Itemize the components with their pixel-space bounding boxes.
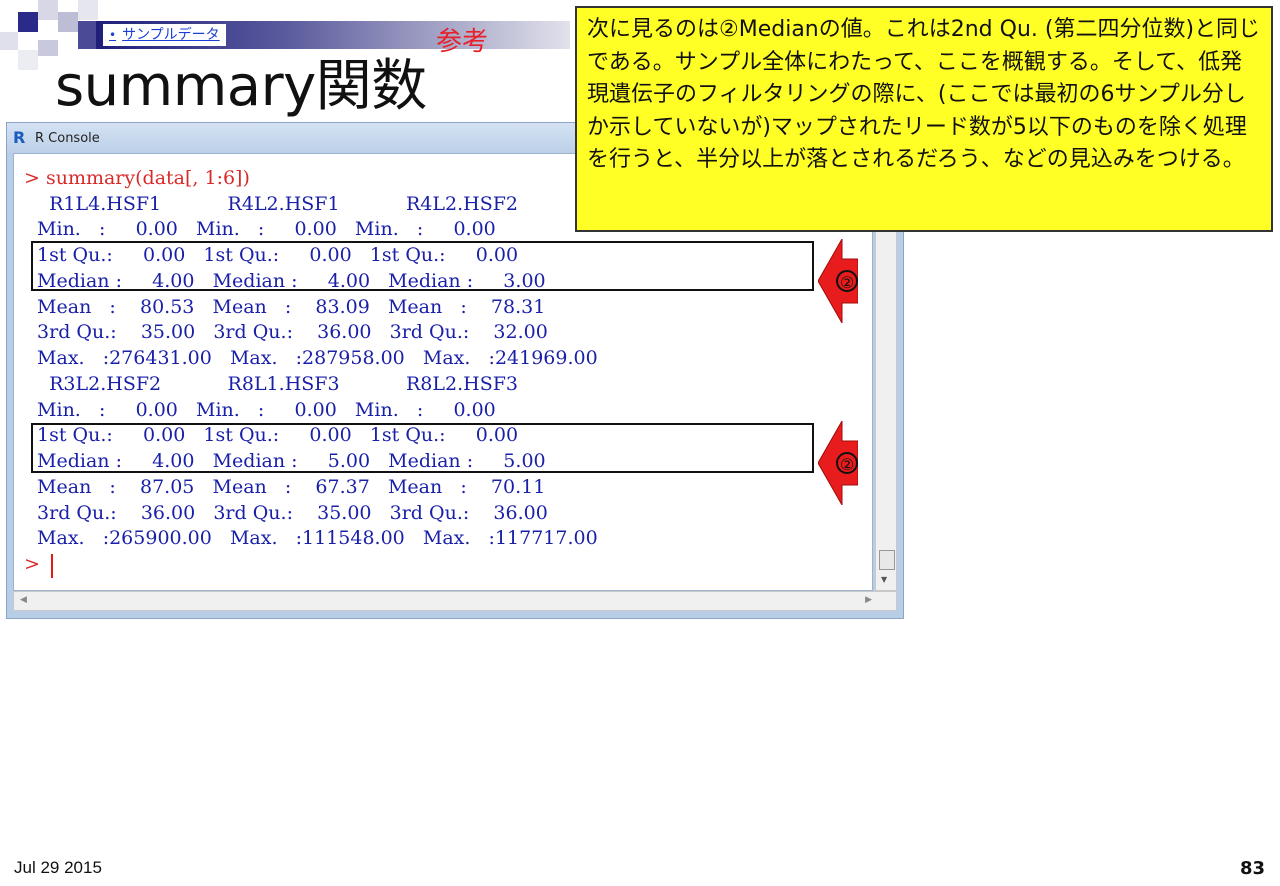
sample-data-link[interactable]: • サンプルデータ — [103, 24, 226, 46]
marker-arrow: ② — [818, 421, 858, 505]
console-line: 3rd Qu.: 36.00 3rd Qu.: 35.00 3rd Qu.: 3… — [31, 502, 548, 524]
deco-square — [18, 50, 38, 70]
explanation-callout: 次に見るのは②Medianの値。これは2nd Qu. (第二四分位数)と同じであ… — [575, 6, 1273, 232]
bullet-icon: • — [109, 28, 117, 42]
deco-square — [58, 12, 78, 32]
deco-square — [0, 32, 18, 50]
scroll-left-icon[interactable]: ◀ — [20, 595, 27, 605]
scrollbar-thumb[interactable] — [879, 550, 895, 570]
console-prompt[interactable]: > — [24, 551, 46, 577]
footer-date: Jul 29 2015 — [14, 858, 102, 877]
highlight-box-median — [31, 241, 814, 291]
console-command-line: > summary(data[, 1:6]) — [24, 167, 250, 189]
console-line: Max. :265900.00 Max. :111548.00 Max. :11… — [31, 527, 598, 549]
horizontal-scrollbar[interactable]: ◀ ▶ — [13, 591, 897, 611]
marker-label: ② — [836, 452, 858, 474]
console-line: 3rd Qu.: 35.00 3rd Qu.: 36.00 3rd Qu.: 3… — [31, 321, 548, 343]
console-line: Min. : 0.00 Min. : 0.00 Min. : 0.00 — [31, 399, 496, 421]
console-line: R3L2.HSF2 R8L1.HSF3 R8L2.HSF3 — [31, 373, 518, 395]
deco-square — [18, 12, 38, 32]
console-line: Mean : 87.05 Mean : 67.37 Mean : 70.11 — [31, 476, 546, 498]
window-title: R Console — [35, 130, 100, 146]
sample-data-link-label: サンプルデータ — [122, 27, 220, 43]
r-logo-icon: R — [13, 128, 26, 147]
console-line: Max. :276431.00 Max. :287958.00 Max. :24… — [31, 347, 598, 369]
text-cursor — [51, 554, 53, 578]
highlight-box-median — [31, 423, 814, 473]
deco-square — [78, 21, 96, 49]
scroll-down-icon[interactable]: ▼ — [881, 575, 887, 584]
marker-arrow: ② — [818, 239, 858, 323]
scroll-right-icon[interactable]: ▶ — [865, 595, 872, 605]
console-line: Mean : 80.53 Mean : 83.09 Mean : 78.31 — [31, 296, 546, 318]
deco-square — [78, 0, 98, 20]
reference-label: 参考 — [436, 27, 489, 57]
page-number: 83 — [1240, 858, 1266, 879]
console-line: Min. : 0.00 Min. : 0.00 Min. : 0.00 — [31, 218, 496, 240]
deco-square — [38, 0, 58, 20]
marker-label: ② — [836, 270, 858, 292]
page-title: summary関数 — [55, 54, 427, 119]
console-line: R1L4.HSF1 R4L2.HSF1 R4L2.HSF2 — [31, 193, 518, 215]
